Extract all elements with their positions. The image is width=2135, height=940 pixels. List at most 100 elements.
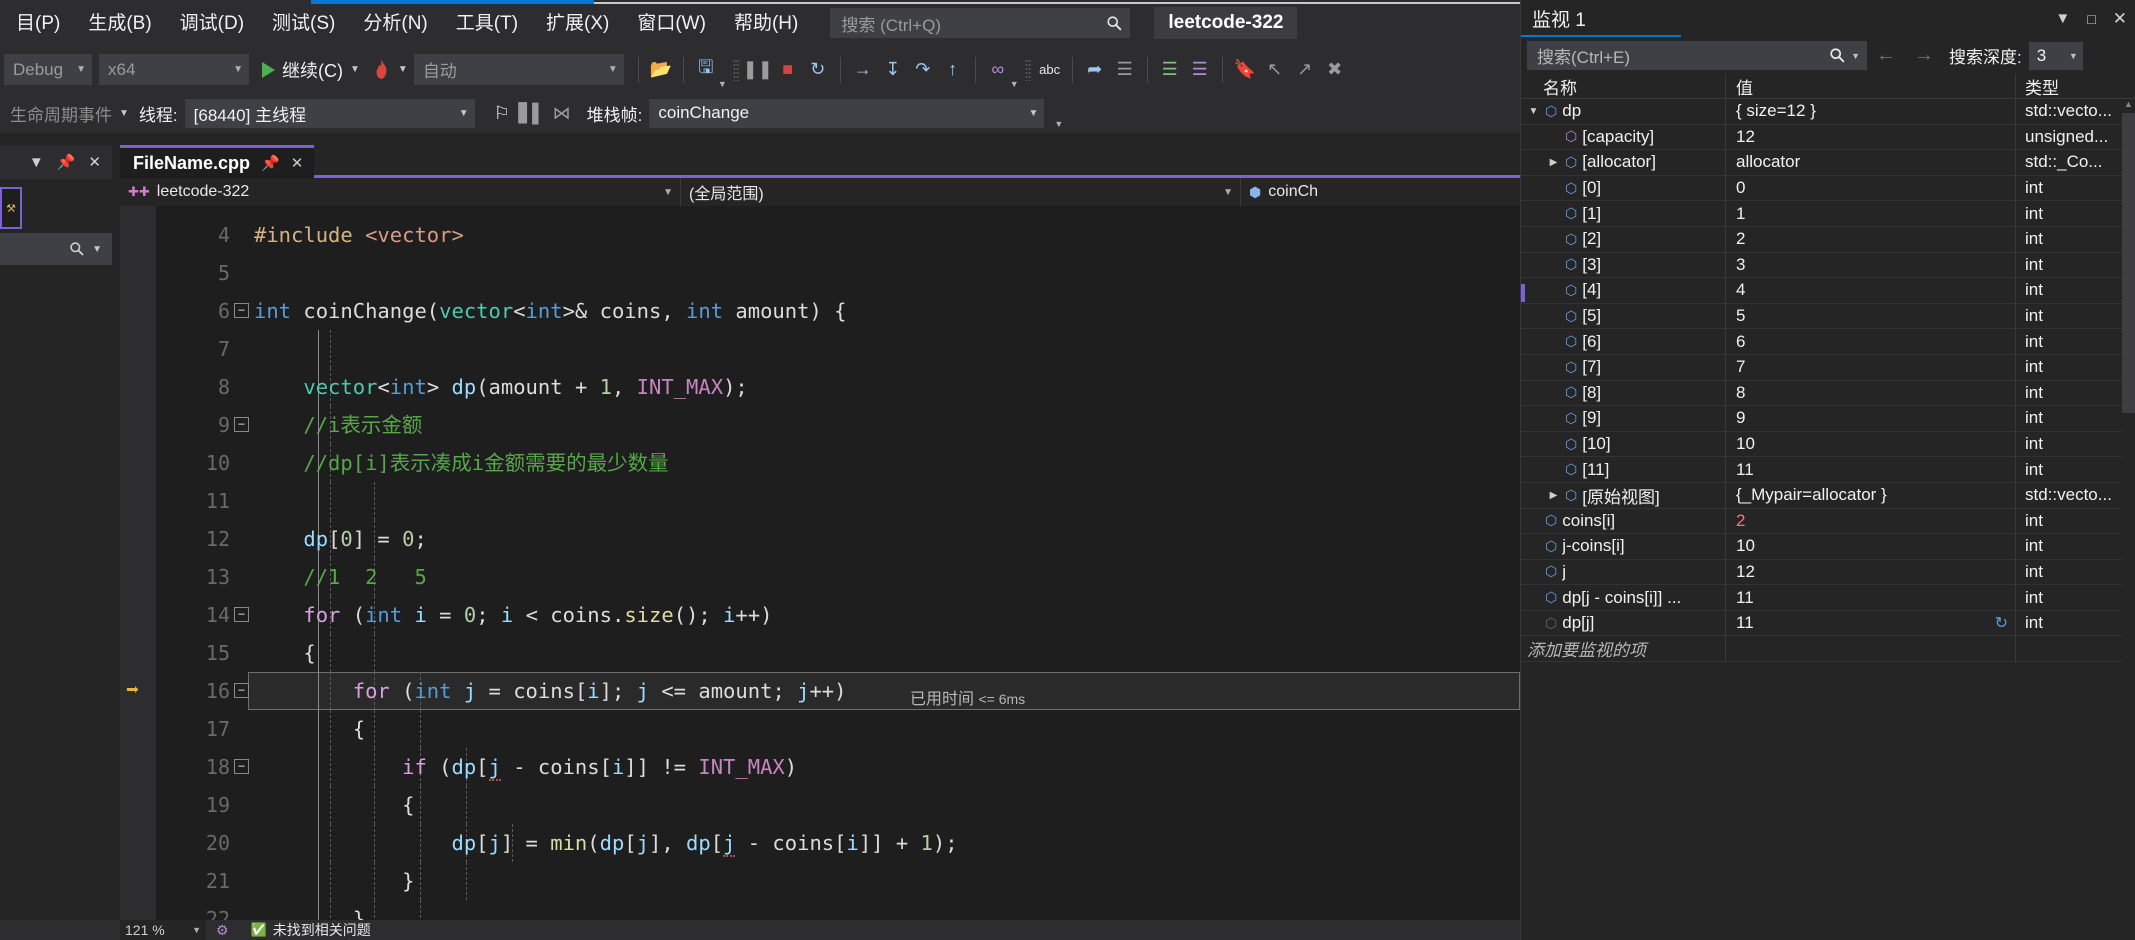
watch-row[interactable]: ⬡ [8] 8 int bbox=[1521, 380, 2123, 407]
code-line[interactable]: 12 dp[0] = 0; bbox=[120, 520, 1520, 558]
code-line[interactable]: 5 bbox=[120, 254, 1520, 292]
maximize-icon[interactable]: □ bbox=[2087, 11, 2095, 27]
chevron-down-icon[interactable]: ▼ bbox=[2055, 10, 2070, 27]
watch-row[interactable]: ▶ ⬡ [原始视图] {_Mypair=allocator } std::vecto..… bbox=[1521, 482, 2123, 509]
chevron-down-icon[interactable]: ▼ bbox=[119, 108, 129, 119]
next-bookmark-icon[interactable]: ↗ bbox=[1290, 54, 1320, 85]
watch-row-value-cell[interactable]: 11 bbox=[1726, 584, 2016, 611]
watch-row[interactable]: ⬡ [10] 10 int bbox=[1521, 431, 2123, 458]
watch-row[interactable]: ⬡ [5] 5 int bbox=[1521, 303, 2123, 330]
step-out-icon[interactable]: ↑ bbox=[938, 54, 968, 85]
column-header-type[interactable]: 类型 bbox=[2016, 74, 2135, 99]
column-header-value[interactable]: 值 bbox=[1726, 73, 2016, 99]
save-icon[interactable]: 🖫 bbox=[691, 54, 721, 85]
menu-item-window[interactable]: 窗口(W) bbox=[623, 8, 720, 39]
threads-icon[interactable]: ∞ bbox=[983, 54, 1013, 85]
menu-item-extensions[interactable]: 扩展(X) bbox=[532, 8, 623, 39]
clear-bookmarks-icon[interactable]: ✖ bbox=[1320, 54, 1350, 85]
watch-row-value-cell[interactable]: 11 ↻ bbox=[1726, 610, 2016, 636]
watch-row[interactable]: ⬡ coins[i] 2 int bbox=[1521, 508, 2123, 535]
code-line[interactable]: 13 //1 2 5 bbox=[120, 558, 1520, 596]
step-over-icon[interactable]: ↷ bbox=[908, 54, 938, 85]
compare-icon[interactable]: ☰ bbox=[1110, 54, 1140, 85]
chevron-right-icon[interactable]: ▶ bbox=[1547, 490, 1560, 501]
watch-row-value-cell[interactable]: 7 bbox=[1726, 354, 2016, 381]
add-watch-row[interactable]: 添加要监视的项 bbox=[1521, 635, 2123, 663]
code-line[interactable]: 14 for (int i = 0; i < coins.size(); i++… bbox=[120, 596, 1520, 634]
prev-bookmark-icon[interactable]: ↖ bbox=[1260, 54, 1290, 85]
close-icon[interactable]: ✕ bbox=[88, 153, 101, 171]
chevron-down-icon[interactable]: ▼ bbox=[718, 79, 727, 89]
watch-row-value-cell[interactable]: 5 bbox=[1726, 303, 2016, 329]
navbar-scope-combo[interactable]: (全局范围) ▼ bbox=[680, 178, 1240, 206]
watch-row[interactable]: ⬡ dp[j - coins[i]] ... 11 int bbox=[1521, 584, 2123, 611]
close-icon[interactable]: ✕ bbox=[2113, 9, 2127, 29]
watch-row-value-cell[interactable]: allocator bbox=[1726, 149, 2016, 176]
watch-row[interactable]: ⬡ [6] 6 int bbox=[1521, 328, 2123, 355]
stop-icon[interactable]: ■ bbox=[773, 54, 803, 85]
watch-row[interactable]: ⬡ dp[j] 11 ↻ int bbox=[1521, 610, 2123, 637]
pointer-icon[interactable]: ➦ bbox=[1080, 54, 1110, 85]
watch-row-name-cell[interactable]: ⬡ j bbox=[1521, 559, 1726, 585]
chevron-right-icon[interactable]: ▶ bbox=[1547, 157, 1560, 168]
watch-search-input[interactable]: 搜索(Ctrl+E) ▼ bbox=[1527, 41, 1867, 70]
watch-row-value-cell[interactable]: { size=12 } bbox=[1726, 98, 2016, 125]
debug-target-combo[interactable]: 自动 ▼ bbox=[413, 54, 624, 85]
watch-row[interactable]: ⬡ [3] 3 int bbox=[1521, 252, 2123, 279]
watch-row-name-cell[interactable]: ⬡ dp[j] bbox=[1521, 610, 1726, 636]
watch-row-name-cell[interactable]: ⬡ j-coins[i] bbox=[1521, 533, 1726, 560]
code-editor-surface[interactable]: 4 #include <vector> 5 6 int coinChange(vecto… bbox=[120, 206, 1520, 940]
refresh-icon[interactable]: ↻ bbox=[1995, 613, 2008, 633]
watch-row-name-cell[interactable]: ▶ ⬡ [原始视图] bbox=[1521, 482, 1726, 508]
watch-row[interactable]: ▶ ⬡ [allocator] allocator std::_Co... bbox=[1521, 149, 2123, 176]
watch-row-name-cell[interactable]: ▶ ⬡ [allocator] bbox=[1521, 149, 1726, 176]
navbar-project-combo[interactable]: ✚✚ leetcode-322 ▼ bbox=[120, 178, 680, 206]
parallel-stacks-icon[interactable]: ▋▌ bbox=[517, 98, 547, 129]
restart-icon[interactable]: ↻ bbox=[803, 54, 833, 85]
watch-row[interactable]: ⬡ j-coins[i] 10 int bbox=[1521, 533, 2123, 560]
bookmark-icon[interactable]: 🔖 bbox=[1230, 54, 1260, 85]
continue-button[interactable]: 继续(C) ▼ bbox=[256, 54, 366, 85]
extension-icon[interactable]: ⚙ bbox=[216, 922, 229, 939]
watch-row-name-cell[interactable]: ⬡ [3] bbox=[1521, 252, 1726, 278]
watch-row[interactable]: ⬡ [11] 11 int bbox=[1521, 456, 2123, 483]
code-line[interactable]: 19 { bbox=[120, 786, 1520, 824]
collapse-region-toggle[interactable] bbox=[234, 607, 249, 622]
watch-row-name-cell[interactable]: ⬡ [2] bbox=[1521, 226, 1726, 253]
watch-row-value-cell[interactable]: 11 bbox=[1726, 456, 2016, 483]
toolbar-grip[interactable] bbox=[732, 58, 740, 81]
watch-row-value-cell[interactable]: {_Mypair=allocator } bbox=[1726, 482, 2016, 508]
watch-row-value-cell[interactable]: 3 bbox=[1726, 252, 2016, 278]
watch-row-name-cell[interactable]: ⬡ dp[j - coins[i]] ... bbox=[1521, 584, 1726, 611]
watch-row-value-cell[interactable]: 8 bbox=[1726, 380, 2016, 406]
watch-row[interactable]: ⬡ [capacity] 12 unsigned... bbox=[1521, 124, 2123, 151]
toolbox-icon[interactable]: ⚒ bbox=[0, 187, 22, 229]
watch-row-value-cell[interactable]: 2 bbox=[1726, 508, 2016, 534]
solution-configuration-combo[interactable]: Debug ▼ bbox=[4, 54, 92, 85]
watch-row[interactable]: ▼ ⬡ dp { size=12 } std::vecto... bbox=[1521, 98, 2123, 125]
collapse-region-toggle[interactable] bbox=[234, 683, 249, 698]
pin-icon[interactable]: 📌 bbox=[261, 154, 280, 172]
watch-row[interactable]: ⬡ [2] 2 int bbox=[1521, 226, 2123, 253]
watch-row-name-cell[interactable]: ⬡ [7] bbox=[1521, 354, 1726, 381]
tasks-icon[interactable]: ⋈ bbox=[547, 98, 577, 129]
menu-item-tools[interactable]: 工具(T) bbox=[442, 8, 532, 39]
watch-row-name-cell[interactable]: ⬡ [capacity] bbox=[1521, 124, 1726, 150]
code-line[interactable]: 6 int coinChange(vector<int>& coins, int … bbox=[120, 292, 1520, 330]
column-header-name[interactable]: 名称 bbox=[1521, 73, 1726, 99]
watch-row-value-cell[interactable]: 12 bbox=[1726, 124, 2016, 150]
watch-row[interactable]: ⬡ [4] 4 int bbox=[1521, 277, 2123, 304]
watch-row-value-cell[interactable]: 10 bbox=[1726, 431, 2016, 457]
close-icon[interactable]: ✕ bbox=[291, 154, 304, 172]
menu-item-project[interactable]: 目(P) bbox=[2, 8, 74, 39]
show-next-statement-icon[interactable]: → bbox=[848, 54, 878, 85]
watch-row-value-cell[interactable]: 1 bbox=[1726, 200, 2016, 227]
watch-row-value-cell[interactable]: 4 bbox=[1726, 277, 2016, 304]
watch-row[interactable]: ⬡ j 12 int bbox=[1521, 559, 2123, 586]
chevron-down-small-icon[interactable]: ▼ bbox=[92, 244, 102, 255]
code-line[interactable]: 9 //i表示金额 bbox=[120, 406, 1520, 444]
watch-row-value-cell[interactable]: 9 bbox=[1726, 405, 2016, 432]
indent-icon[interactable]: ☰ bbox=[1155, 54, 1185, 85]
chevron-down-icon[interactable]: ▼ bbox=[1527, 106, 1540, 117]
watch-row[interactable]: ⬡ [1] 1 int bbox=[1521, 200, 2123, 227]
